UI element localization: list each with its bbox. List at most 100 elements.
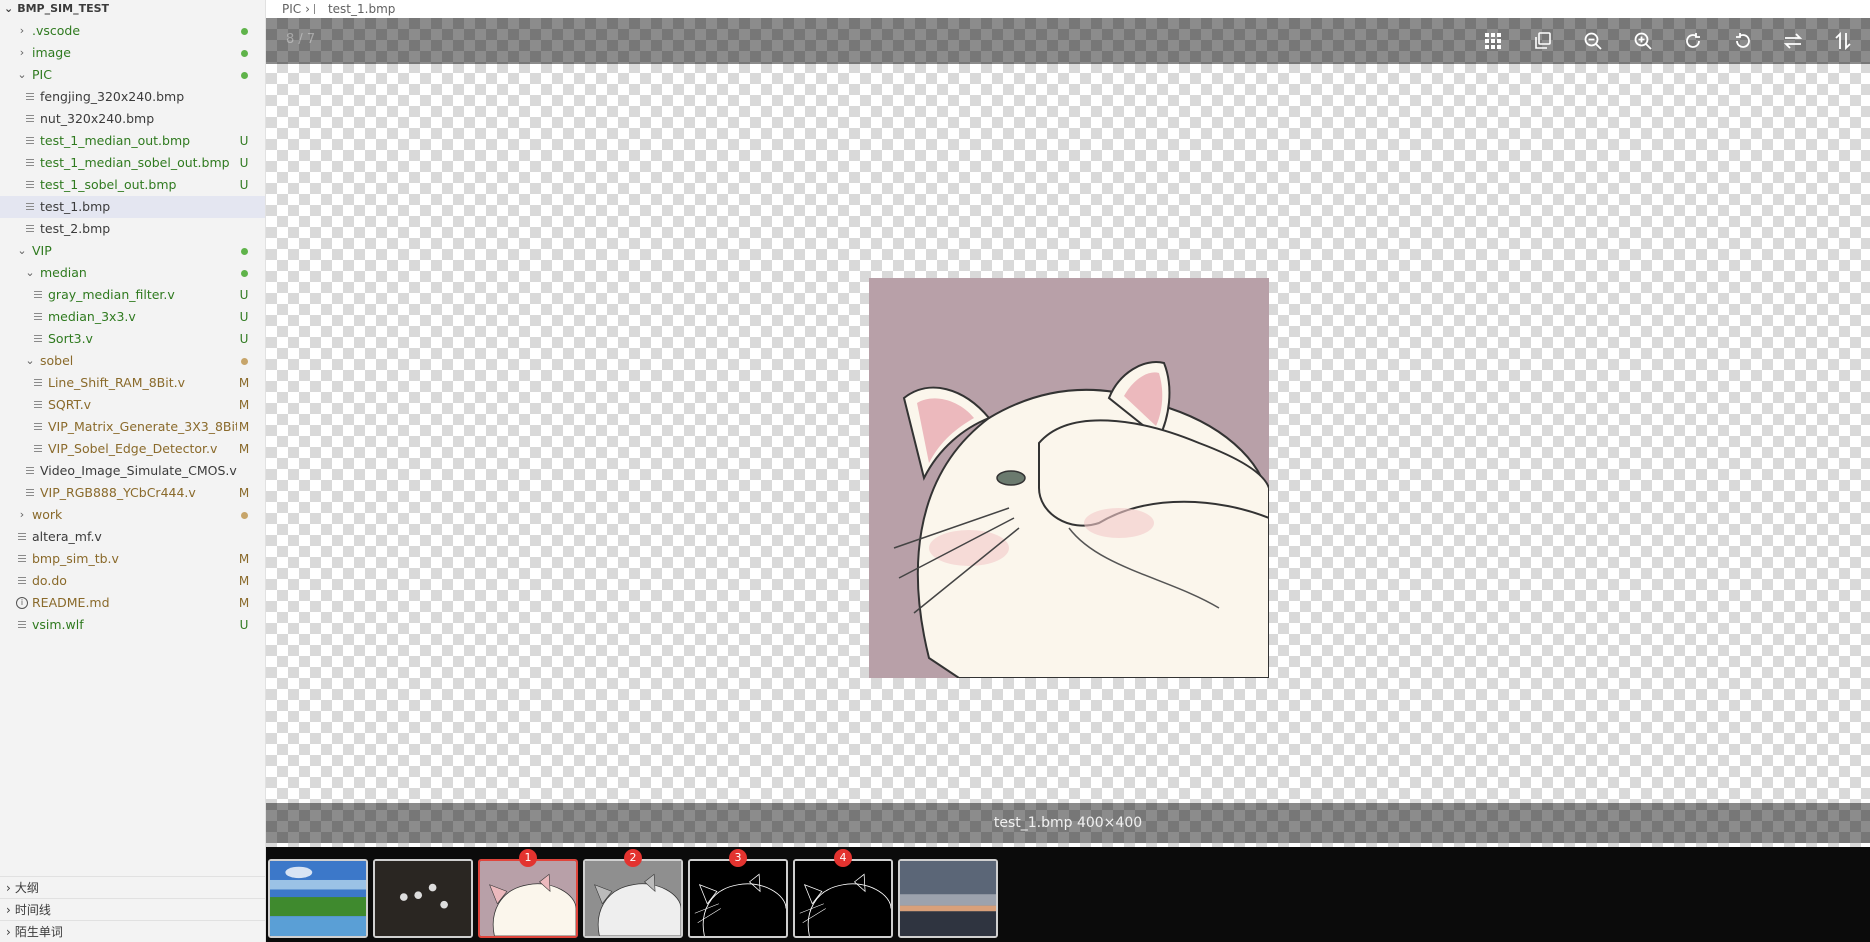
tree-item-image[interactable]: › image — [0, 42, 265, 64]
tree-item-altera-mf-v[interactable]: altera_mf.v — [0, 526, 265, 548]
tree-item-vip-matrix-generate-3x3-8bit-v[interactable]: VIP_Matrix_Generate_3X3_8Bit.v M — [0, 416, 265, 438]
tree-item-gray-median-filter-v[interactable]: gray_median_filter.v U — [0, 284, 265, 306]
tree-item-label: median — [40, 265, 87, 280]
tree-item-label: nut_320x240.bmp — [40, 111, 155, 126]
tree-item-sort3-v[interactable]: Sort3.v U — [0, 328, 265, 350]
tree-item-test-1-bmp[interactable]: test_1.bmp — [0, 196, 265, 218]
tree-item-label: Line_Shift_RAM_8Bit.v — [48, 375, 185, 390]
tree-item-label: work — [32, 507, 63, 522]
tree-item-label: VIP — [32, 243, 52, 258]
thumbnail-city-dusk[interactable] — [898, 859, 998, 938]
tree-item-sqrt-v[interactable]: SQRT.v M — [0, 394, 265, 416]
tree-item-label: Video_Image_Simulate_CMOS.v — [40, 463, 237, 478]
explorer-sidebar: ⌄ BMP_SIM_TEST › .vscode › image ⌄ PIC fengjin… — [0, 0, 266, 942]
tree-item-fengjing-320x240-bmp[interactable]: fengjing_320x240.bmp — [0, 86, 265, 108]
status-dot-icon — [240, 72, 248, 79]
tree-item-test-1-sobel-out-bmp[interactable]: test_1_sobel_out.bmp U — [0, 174, 265, 196]
thumbnail-landscape[interactable] — [268, 859, 368, 938]
thumbnail-cat-gray[interactable] — [583, 859, 683, 938]
editor-area: PIC › test_1.bmp 8 / 7 test_1.bmp 400×40… — [266, 0, 1870, 942]
git-status-badge: M — [238, 376, 250, 390]
git-status-dot — [237, 42, 251, 64]
tree-item-do-do[interactable]: do.do M — [0, 570, 265, 592]
file-icon — [313, 4, 324, 14]
tree-item-test-1-median-out-bmp[interactable]: test_1_median_out.bmp U — [0, 130, 265, 152]
tree-item-test-1-median-sobel-out-bmp[interactable]: test_1_median_sobel_out.bmp U — [0, 152, 265, 174]
git-status-dot — [237, 240, 251, 262]
breadcrumb-file[interactable]: test_1.bmp — [328, 0, 395, 18]
status-dot-icon — [240, 50, 248, 57]
chevron-right-icon: › — [19, 46, 25, 59]
tree-item-work[interactable]: › work — [0, 504, 265, 526]
tree-item-readme-md[interactable]: i README.md M — [0, 592, 265, 614]
file-icon — [32, 334, 44, 344]
thumbnail-cat-color[interactable] — [478, 859, 578, 938]
thumbnail-cat-edge-2[interactable] — [793, 859, 893, 938]
panel-outline-label: 大纲 — [14, 880, 39, 895]
tree-item--vscode[interactable]: › .vscode — [0, 20, 265, 42]
thumbnail-nuts[interactable] — [373, 859, 473, 938]
file-icon — [32, 290, 44, 300]
status-dot-icon — [240, 358, 248, 365]
chevron-down-icon: ⌄ — [17, 244, 27, 257]
panel-timeline[interactable]: › 时间线 — [0, 898, 266, 920]
rotate-right-icon[interactable] — [1680, 28, 1706, 54]
image-caption: test_1.bmp 400×400 — [266, 803, 1870, 843]
flip-vertical-icon[interactable] — [1830, 28, 1856, 54]
file-icon — [24, 180, 36, 190]
file-icon — [24, 224, 36, 234]
tree-item-label: sobel — [40, 353, 74, 368]
tree-item-pic[interactable]: ⌄ PIC — [0, 64, 265, 86]
file-icon — [24, 92, 36, 102]
tree-item-label: Sort3.v — [48, 331, 93, 346]
file-icon — [16, 554, 28, 564]
tree-item-label: SQRT.v — [48, 397, 92, 412]
git-status-dot — [237, 262, 251, 284]
tree-item-test-2-bmp[interactable]: test_2.bmp — [0, 218, 265, 240]
rotate-left-icon[interactable] — [1730, 28, 1756, 54]
tree-item-median-3x3-v[interactable]: median_3x3.v U — [0, 306, 265, 328]
sidebar-panels: › 大纲 › 时间线 › 陌生单词 — [0, 876, 266, 942]
thumbnail-cat-edge-1[interactable] — [688, 859, 788, 938]
file-icon — [32, 312, 44, 322]
tree-item-label: test_1_median_out.bmp — [40, 133, 191, 148]
thumbnail-badge-3: 3 — [729, 849, 747, 867]
breadcrumb-folder[interactable]: PIC — [282, 0, 301, 18]
zoom-out-icon[interactable] — [1580, 28, 1606, 54]
git-status-badge: M — [238, 442, 250, 456]
tree-item-video-image-simulate-cmos-v[interactable]: Video_Image_Simulate_CMOS.v — [0, 460, 265, 482]
chevron-down-icon: ⌄ — [25, 266, 35, 279]
zoom-in-icon[interactable] — [1630, 28, 1656, 54]
status-dot-icon — [240, 28, 248, 35]
panel-timeline-label: 时间线 — [14, 902, 51, 917]
tree-item-line-shift-ram-8bit-v[interactable]: Line_Shift_RAM_8Bit.v M — [0, 372, 265, 394]
tree-item-median[interactable]: ⌄ median — [0, 262, 265, 284]
viewer-toolbar: 8 / 7 — [266, 18, 1870, 64]
status-dot-icon — [240, 270, 248, 277]
file-icon — [16, 620, 28, 630]
tree-item-label: VIP_Matrix_Generate_3X3_8Bit.v — [48, 419, 237, 434]
file-icon — [32, 444, 44, 454]
tree-item-vip-sobel-edge-detector-v[interactable]: VIP_Sobel_Edge_Detector.v M — [0, 438, 265, 460]
file-icon — [24, 488, 36, 498]
chevron-down-icon: ⌄ — [17, 68, 27, 81]
file-tree: › .vscode › image ⌄ PIC fengjing_320x240.bmpnu… — [0, 20, 265, 636]
git-status-badge: M — [238, 420, 250, 434]
tree-item-label: altera_mf.v — [32, 529, 102, 544]
flip-horizontal-icon[interactable] — [1780, 28, 1806, 54]
git-status-badge: U — [239, 134, 249, 148]
panel-outline[interactable]: › 大纲 — [0, 876, 266, 898]
file-icon — [16, 532, 28, 542]
tree-item-vip-rgb888-ycbcr444-v[interactable]: VIP_RGB888_YCbCr444.v M — [0, 482, 265, 504]
tree-item-label: test_1.bmp — [40, 199, 111, 214]
tree-item-sobel[interactable]: ⌄ sobel — [0, 350, 265, 372]
tree-item-vsim-wlf[interactable]: vsim.wlf U — [0, 614, 265, 636]
tree-item-nut-320x240-bmp[interactable]: nut_320x240.bmp — [0, 108, 265, 130]
grid-icon[interactable] — [1480, 28, 1506, 54]
tree-item-bmp-sim-tb-v[interactable]: bmp_sim_tb.v M — [0, 548, 265, 570]
explorer-root[interactable]: ⌄ BMP_SIM_TEST — [0, 0, 265, 18]
panel-unknown-words[interactable]: › 陌生单词 — [0, 920, 266, 942]
tree-item-vip[interactable]: ⌄ VIP — [0, 240, 265, 262]
copy-icon[interactable] — [1530, 28, 1556, 54]
info-icon: i — [16, 597, 28, 609]
